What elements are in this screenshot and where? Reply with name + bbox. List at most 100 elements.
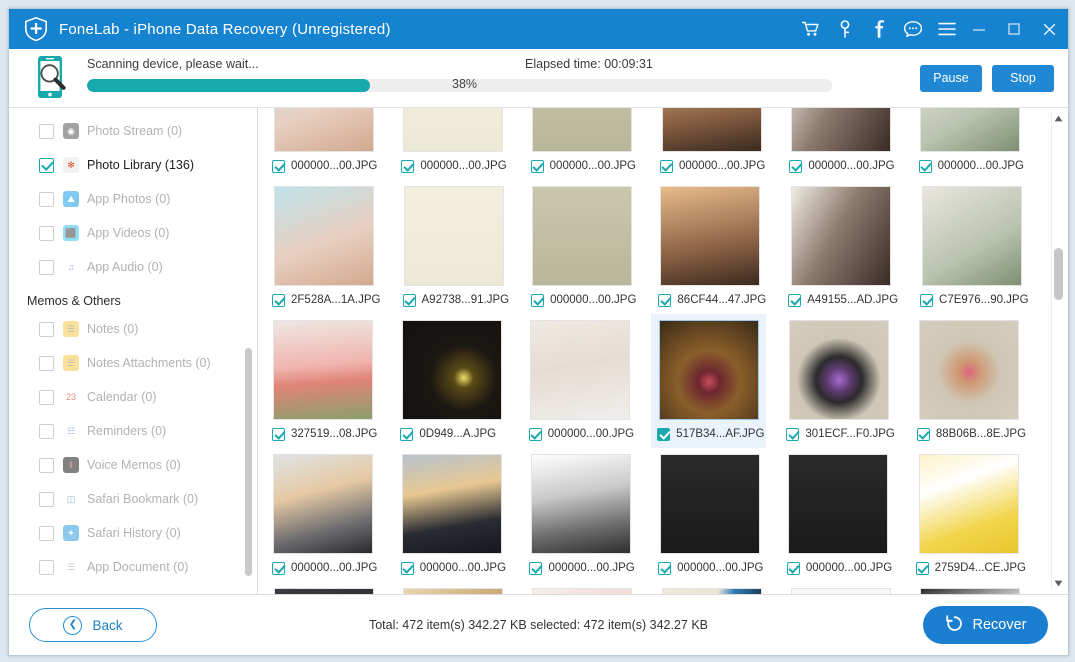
close-button[interactable] — [1040, 20, 1058, 38]
minimize-button[interactable] — [970, 20, 988, 38]
checkbox[interactable] — [39, 355, 54, 371]
thumbnail-image[interactable] — [402, 108, 503, 152]
thumbnail-image[interactable] — [788, 320, 889, 420]
thumbnail-checkbox[interactable] — [529, 561, 543, 575]
thumbnail-cell[interactable]: 2F528A...1A.JPG — [266, 180, 383, 314]
thumbnail-image[interactable] — [791, 186, 892, 286]
scroll-up-icon[interactable] — [1052, 112, 1065, 125]
checkbox[interactable] — [39, 191, 54, 207]
thumbnail-cell[interactable]: 88B06B...8E.JPG — [911, 314, 1028, 448]
checkbox[interactable] — [39, 225, 54, 241]
thumbnail-checkbox[interactable] — [401, 159, 415, 173]
thumbnail-image[interactable] — [922, 186, 1023, 286]
thumbnail-cell[interactable] — [395, 582, 510, 594]
maximize-button[interactable] — [1005, 20, 1023, 38]
sidebar-item-calendar[interactable]: 23 Calendar (0) — [9, 380, 257, 414]
grid-scrollbar-thumb[interactable] — [1054, 248, 1063, 300]
thumbnail-checkbox[interactable] — [659, 159, 673, 173]
facebook-icon[interactable] — [870, 20, 888, 38]
thumbnail-cell[interactable] — [525, 582, 640, 594]
thumbnail-cell[interactable]: 000000...00.JPG — [525, 180, 638, 314]
key-icon[interactable] — [836, 20, 854, 38]
back-button[interactable]: ❮ Back — [29, 608, 157, 642]
checkbox[interactable] — [39, 123, 54, 139]
thumbnail-cell[interactable]: 000000...00.JPG — [266, 448, 381, 582]
thumbnail-cell[interactable]: 000000...00.JPG — [913, 108, 1028, 180]
thumbnail-image[interactable] — [401, 320, 502, 420]
thumbnail-image[interactable] — [273, 108, 374, 152]
thumbnail-image[interactable] — [274, 186, 375, 286]
thumbnail-checkbox[interactable] — [272, 427, 285, 441]
sidebar-item-voice-memos[interactable]: ‖ Voice Memos (0) — [9, 448, 257, 482]
thumbnail-cell[interactable]: 517B34...AF.JPG — [651, 314, 767, 448]
sidebar-item-app-photos[interactable]: ⛰ App Photos (0) — [9, 182, 257, 216]
thumbnail-image[interactable] — [660, 186, 761, 286]
thumbnail-cell[interactable]: A92738...91.JPG — [397, 180, 512, 314]
thumbnail-cell[interactable]: 000000...00.JPG — [395, 108, 510, 180]
thumbnail-checkbox[interactable] — [658, 561, 672, 575]
thumbnail-checkbox[interactable] — [786, 561, 800, 575]
checkbox[interactable] — [39, 559, 54, 575]
thumbnail-checkbox[interactable] — [918, 159, 932, 173]
sidebar-item-reminders[interactable]: ☷ Reminders (0) — [9, 414, 257, 448]
thumbnail-cell[interactable]: 2759D4...CE.JPG — [910, 448, 1028, 582]
sidebar-item-app-document[interactable]: ☰ App Document (0) — [9, 550, 257, 584]
sidebar-item-photo-stream[interactable]: ◉ Photo Stream (0) — [9, 114, 257, 148]
thumbnail-image[interactable] — [658, 320, 759, 420]
sidebar-item-photo-library[interactable]: ✻ Photo Library (136) — [9, 148, 257, 182]
thumbnail-cell[interactable]: 000000...00.JPG — [652, 448, 767, 582]
thumbnail-cell[interactable]: 000000...00.JPG — [523, 448, 638, 582]
checkbox[interactable] — [39, 491, 54, 507]
menu-icon[interactable] — [938, 20, 956, 38]
thumbnail-image[interactable] — [530, 454, 631, 554]
thumbnail-cell[interactable] — [654, 582, 769, 594]
checkbox[interactable] — [39, 259, 54, 275]
thumbnail-cell[interactable]: A49155...AD.JPG — [782, 180, 900, 314]
thumbnail-cell[interactable]: 301ECF...F0.JPG — [780, 314, 896, 448]
thumbnail-image[interactable] — [920, 108, 1021, 152]
thumbnail-checkbox[interactable] — [530, 159, 544, 173]
thumbnail-checkbox[interactable] — [657, 427, 671, 441]
thumbnail-checkbox[interactable] — [786, 427, 800, 441]
checkbox[interactable] — [39, 157, 54, 173]
thumbnail-image[interactable] — [402, 454, 503, 554]
thumbnail-cell[interactable]: 000000...00.JPG — [783, 108, 898, 180]
stop-button[interactable]: Stop — [992, 64, 1054, 92]
grid-scrollbar[interactable] — [1051, 112, 1065, 590]
checkbox[interactable] — [39, 389, 54, 405]
thumbnail-checkbox[interactable] — [920, 293, 934, 307]
thumbnail-checkbox[interactable] — [789, 159, 803, 173]
pause-button[interactable]: Pause — [920, 64, 982, 92]
checkbox[interactable] — [39, 423, 54, 439]
thumbnail-image[interactable] — [790, 108, 891, 152]
thumbnail-image[interactable] — [532, 108, 633, 152]
thumbnail-image[interactable] — [661, 108, 762, 152]
scroll-down-icon[interactable] — [1052, 577, 1065, 590]
thumbnail-cell[interactable]: 000000...00.JPG — [523, 314, 637, 448]
sidebar-item-notes[interactable]: ☰ Notes (0) — [9, 312, 257, 346]
thumbnail-checkbox[interactable] — [402, 293, 416, 307]
thumbnail-cell[interactable]: 000000...00.JPG — [781, 448, 896, 582]
thumbnail-cell[interactable]: 327519...08.JPG — [266, 314, 380, 448]
thumbnail-image[interactable] — [788, 454, 889, 554]
thumbnail-cell[interactable]: 000000...00.JPG — [266, 108, 381, 180]
checkbox[interactable] — [39, 321, 54, 337]
thumbnail-image[interactable] — [273, 454, 374, 554]
chat-icon[interactable] — [904, 20, 922, 38]
thumbnail-cell[interactable] — [266, 582, 381, 594]
thumbnail-checkbox[interactable] — [915, 561, 929, 575]
thumbnail-checkbox[interactable] — [400, 561, 414, 575]
thumbnail-image[interactable] — [919, 320, 1020, 420]
thumbnail-checkbox[interactable] — [658, 293, 672, 307]
sidebar-item-app-audio[interactable]: ♫ App Audio (0) — [9, 250, 257, 284]
thumbnail-checkbox[interactable] — [916, 427, 930, 441]
thumbnail-cell[interactable]: 000000...00.JPG — [654, 108, 769, 180]
thumbnail-checkbox[interactable] — [272, 561, 285, 575]
thumbnail-cell[interactable]: 000000...00.JPG — [525, 108, 640, 180]
checkbox[interactable] — [39, 525, 54, 541]
thumbnail-cell[interactable] — [913, 582, 1028, 594]
thumbnail-checkbox[interactable] — [528, 427, 542, 441]
thumbnail-image[interactable] — [531, 186, 632, 286]
recover-button[interactable]: Recover — [923, 606, 1048, 644]
sidebar-item-app-videos[interactable]: ⬛ App Videos (0) — [9, 216, 257, 250]
